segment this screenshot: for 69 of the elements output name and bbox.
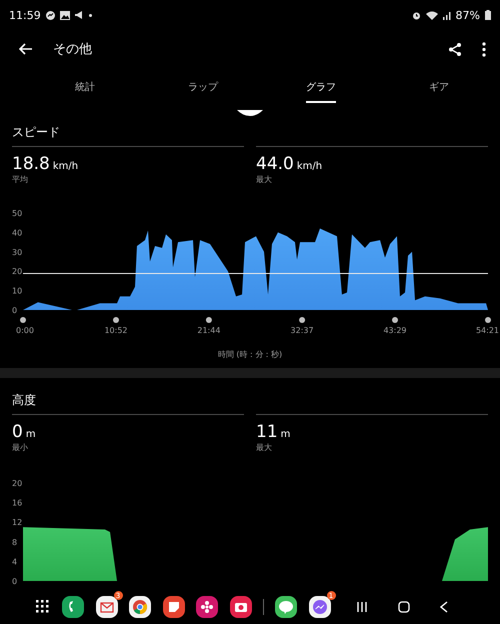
y-tick-label: 0 [12, 306, 18, 315]
back-icon[interactable] [19, 43, 33, 55]
y-tick-label: 4 [12, 557, 18, 566]
stat-label: 最大 [256, 442, 273, 453]
section-title: スピード [12, 124, 61, 141]
stat-label: 最大 [256, 174, 273, 185]
clock: 11:59 [9, 8, 41, 22]
stat-unit: m [280, 429, 290, 440]
stat-label: 平均 [12, 174, 29, 185]
wifi-icon [426, 10, 438, 20]
section-title: 高度 [12, 392, 37, 409]
home-icon[interactable] [398, 601, 410, 613]
image-notification-icon [60, 10, 70, 20]
x-tick-dot [113, 317, 119, 323]
x-axis-label: 時間 (時 : 分 : 秒) [216, 349, 284, 360]
stat-unit: m [26, 429, 36, 440]
more-options-icon[interactable] [482, 42, 486, 56]
y-tick-label: 20 [12, 479, 22, 488]
page-title: その他 [53, 41, 93, 58]
y-tick-label: 40 [12, 228, 22, 238]
stat-value: 44.0 [256, 154, 294, 174]
tab[interactable]: ラップ [144, 72, 262, 110]
stat-unit: km/h [296, 161, 322, 172]
share-icon[interactable] [448, 42, 462, 56]
phone-app-icon[interactable] [62, 596, 84, 618]
stat-value: 0 [12, 422, 23, 442]
browser-app-icon[interactable] [129, 596, 151, 618]
pull-handle[interactable] [237, 110, 263, 116]
tab[interactable]: ギア [380, 72, 498, 110]
flower-app-icon[interactable] [196, 596, 218, 618]
signal-icon [442, 10, 451, 20]
stat-label: 最小 [12, 442, 29, 453]
back-nav-icon[interactable] [440, 601, 448, 613]
tab[interactable]: グラフ [262, 72, 380, 110]
y-tick-label: 16 [12, 498, 22, 508]
x-tick-label: 54:21 [476, 326, 499, 335]
stat-value: 11 [256, 422, 278, 442]
dot-icon [88, 14, 92, 16]
x-tick-dot [299, 317, 306, 323]
x-tick-dot [392, 317, 398, 323]
x-tick-label: 32:37 [290, 326, 314, 335]
y-tick-label: 8 [12, 538, 18, 547]
x-tick-label: 43:29 [383, 326, 407, 335]
chat-app-icon[interactable] [275, 596, 297, 618]
messenger-notification-icon [46, 10, 55, 20]
x-tick-dot [206, 317, 212, 323]
battery-icon [485, 10, 491, 20]
stat-unit: km/h [52, 161, 78, 172]
mail-app-icon[interactable] [96, 596, 118, 618]
x-tick-dot [485, 317, 491, 323]
messenger-app-icon[interactable] [308, 596, 330, 618]
y-tick-label: 50 [12, 209, 22, 218]
x-tick-label: 10:52 [104, 326, 128, 335]
x-tick-label: 0:00 [16, 326, 34, 335]
y-tick-label: 12 [12, 518, 22, 528]
megaphone-icon [74, 11, 84, 19]
y-tick-label: 30 [12, 248, 22, 257]
stat-value: 18.8 [12, 154, 50, 174]
camera-app-icon[interactable] [230, 596, 252, 618]
y-tick-label: 0 [12, 577, 18, 586]
x-tick-label: 21:44 [197, 326, 220, 335]
y-tick-label: 10 [12, 286, 22, 296]
notes-app-icon[interactable] [162, 596, 184, 618]
y-tick-label: 20 [12, 267, 22, 276]
x-tick-dot [20, 317, 26, 323]
tab[interactable]: 統計 [26, 72, 144, 110]
recent-apps-icon[interactable] [356, 601, 368, 613]
alarm-icon [412, 10, 421, 20]
battery-percent: 87% [456, 8, 480, 22]
